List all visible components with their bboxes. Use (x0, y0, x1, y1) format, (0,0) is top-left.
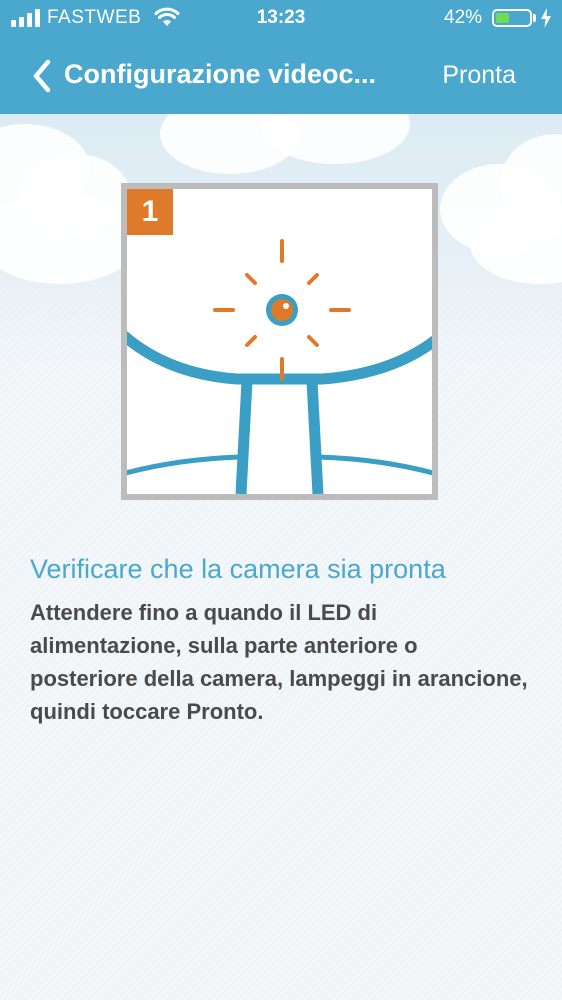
status-bar: FASTWEB 13:23 42% (0, 0, 562, 38)
charging-bolt-icon (541, 8, 551, 28)
battery-percent: 42% (444, 7, 483, 28)
top-bar: FASTWEB 13:23 42% Configurazione videoc.… (0, 0, 562, 114)
page-title: Configurazione videoc... (64, 59, 377, 89)
navigation-bar: Configurazione videoc... Pronta (0, 38, 562, 114)
ready-button[interactable]: Pronta (442, 61, 516, 90)
step-number-badge: 1 (127, 189, 173, 235)
main-content: 1 Verificare che la camera sia pronta At… (0, 114, 562, 1000)
camera-led-illustration: 1 (121, 183, 438, 500)
battery-tip (533, 14, 536, 22)
battery-level (496, 13, 509, 23)
battery-icon (492, 9, 532, 27)
step-description: Attendere fino a quando il LED di alimen… (30, 600, 528, 724)
step-heading: Verificare che la camera sia pronta (30, 554, 446, 584)
chevron-left-icon[interactable] (28, 56, 58, 96)
